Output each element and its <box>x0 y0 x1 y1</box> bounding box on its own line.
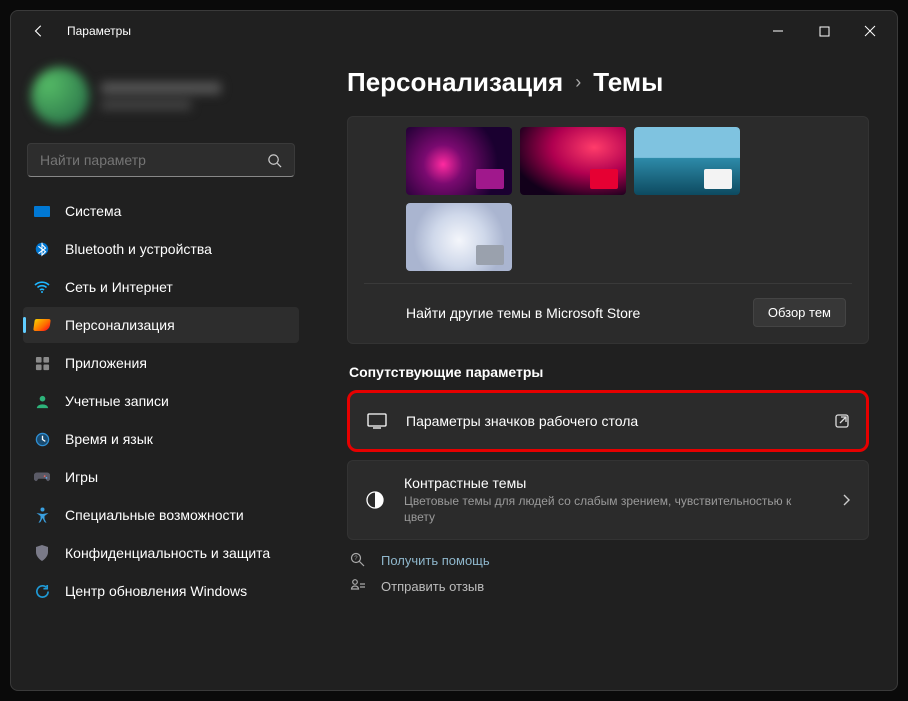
sidebar-item-label: Время и язык <box>65 431 153 447</box>
contrast-icon <box>364 490 386 510</box>
sidebar-item-label: Центр обновления Windows <box>65 583 247 599</box>
setting-title: Параметры значков рабочего стола <box>406 413 816 429</box>
help-link-text[interactable]: Получить помощь <box>381 553 490 568</box>
clock-icon <box>33 430 51 448</box>
sidebar: Система Bluetooth и устройства Сеть и Ин… <box>11 51 311 690</box>
sidebar-item-label: Игры <box>65 469 98 485</box>
window-title: Параметры <box>67 24 131 38</box>
breadcrumb-current: Темы <box>593 67 663 98</box>
apps-icon <box>33 354 51 372</box>
search-input[interactable] <box>40 152 267 168</box>
search-icon <box>267 153 282 168</box>
theme-grid <box>406 127 852 271</box>
open-external-icon <box>834 413 850 429</box>
help-link[interactable]: ? Получить помощь <box>349 552 869 568</box>
sidebar-item-label: Специальные возможности <box>65 507 244 523</box>
sidebar-item-label: Учетные записи <box>65 393 169 409</box>
feedback-link-text: Отправить отзыв <box>381 579 484 594</box>
sidebar-item-network[interactable]: Сеть и Интернет <box>23 269 299 305</box>
breadcrumb: Персонализация › Темы <box>347 67 869 98</box>
close-button[interactable] <box>847 15 893 47</box>
themes-panel: Найти другие темы в Microsoft Store Обзо… <box>347 116 869 344</box>
contrast-themes-setting[interactable]: Контрастные темы Цветовые темы для людей… <box>347 460 869 540</box>
store-row: Найти другие темы в Microsoft Store Обзо… <box>364 283 852 343</box>
accounts-icon <box>33 392 51 410</box>
window-controls <box>755 15 893 47</box>
setting-desc: Цветовые темы для людей со слабым зрение… <box>404 493 822 525</box>
sidebar-item-privacy[interactable]: Конфиденциальность и защита <box>23 535 299 571</box>
breadcrumb-root[interactable]: Персонализация <box>347 67 563 98</box>
svg-text:?: ? <box>354 557 358 563</box>
avatar <box>31 67 89 125</box>
browse-themes-button[interactable]: Обзор тем <box>753 298 846 327</box>
store-text: Найти другие темы в Microsoft Store <box>406 305 640 321</box>
maximize-button[interactable] <box>801 15 847 47</box>
titlebar: Параметры <box>11 11 897 51</box>
desktop-icons-setting[interactable]: Параметры значков рабочего стола <box>347 390 869 452</box>
sidebar-item-label: Конфиденциальность и защита <box>65 545 270 561</box>
desktop-icon <box>366 413 388 429</box>
sidebar-item-personalization[interactable]: Персонализация <box>23 307 299 343</box>
settings-window: Параметры Система <box>10 10 898 691</box>
chevron-right-icon <box>840 493 852 507</box>
theme-thumb-4[interactable] <box>406 203 512 271</box>
sidebar-item-update[interactable]: Центр обновления Windows <box>23 573 299 609</box>
personalization-icon <box>33 316 51 334</box>
sidebar-item-label: Bluetooth и устройства <box>65 241 212 257</box>
footer-links: ? Получить помощь Отправить отзыв <box>347 552 869 614</box>
user-profile[interactable] <box>23 59 299 143</box>
sidebar-item-system[interactable]: Система <box>23 193 299 229</box>
back-button[interactable] <box>25 17 53 45</box>
sidebar-item-games[interactable]: Игры <box>23 459 299 495</box>
sidebar-item-apps[interactable]: Приложения <box>23 345 299 381</box>
setting-title: Контрастные темы <box>404 475 822 491</box>
feedback-icon <box>349 578 367 594</box>
sidebar-item-accessibility[interactable]: Специальные возможности <box>23 497 299 533</box>
update-icon <box>33 582 51 600</box>
main-content: Персонализация › Темы Найти другие темы … <box>311 51 897 690</box>
bluetooth-icon <box>33 240 51 258</box>
theme-thumb-1[interactable] <box>406 127 512 195</box>
related-heading: Сопутствующие параметры <box>349 364 869 380</box>
chevron-right-icon: › <box>575 72 581 93</box>
shield-icon <box>33 544 51 562</box>
accessibility-icon <box>33 506 51 524</box>
feedback-link[interactable]: Отправить отзыв <box>349 578 869 594</box>
sidebar-item-label: Система <box>65 203 121 219</box>
system-icon <box>33 202 51 220</box>
sidebar-item-accounts[interactable]: Учетные записи <box>23 383 299 419</box>
wifi-icon <box>33 278 51 296</box>
search-box[interactable] <box>27 143 295 177</box>
games-icon <box>33 468 51 486</box>
sidebar-item-bluetooth[interactable]: Bluetooth и устройства <box>23 231 299 267</box>
theme-thumb-3[interactable] <box>634 127 740 195</box>
help-icon: ? <box>349 552 367 568</box>
minimize-button[interactable] <box>755 15 801 47</box>
sidebar-item-time[interactable]: Время и язык <box>23 421 299 457</box>
nav: Система Bluetooth и устройства Сеть и Ин… <box>23 193 299 609</box>
sidebar-item-label: Сеть и Интернет <box>65 279 173 295</box>
sidebar-item-label: Приложения <box>65 355 147 371</box>
theme-thumb-2[interactable] <box>520 127 626 195</box>
sidebar-item-label: Персонализация <box>65 317 175 333</box>
